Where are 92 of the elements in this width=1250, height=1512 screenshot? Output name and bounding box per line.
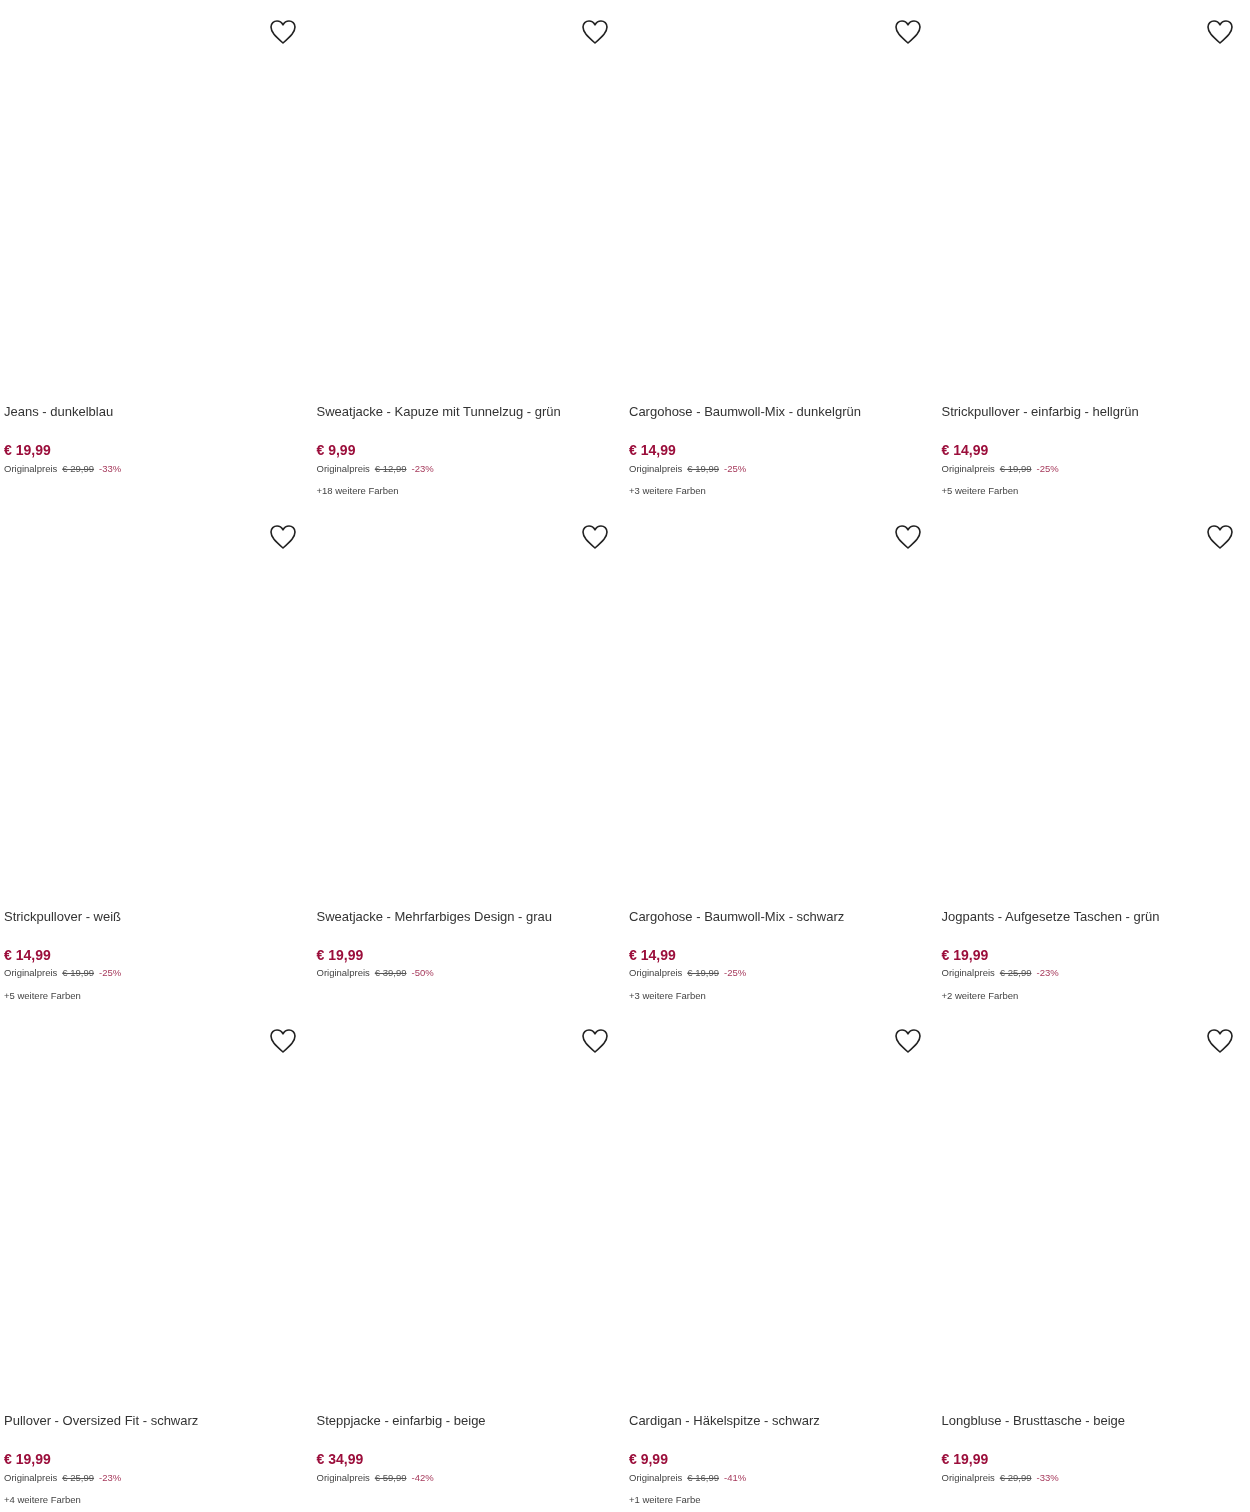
product-name[interactable]: Pullover - Oversized Fit - schwarz [4, 1413, 313, 1451]
price: € 14,99 [941, 442, 990, 459]
product-name[interactable]: Cargohose - Baumwoll-Mix - schwarz [629, 908, 938, 947]
favorite-button[interactable] [581, 1028, 609, 1054]
price: € 9,99 [629, 1451, 669, 1468]
heart-icon [893, 523, 922, 550]
product-name[interactable]: Cardigan - Häkelspitze - schwarz [629, 1413, 938, 1451]
heart-icon [581, 19, 609, 45]
discount: -23% [411, 461, 434, 476]
original-price: € 29,99 [999, 1470, 1032, 1485]
original-price-label: Originalpreis [4, 1470, 58, 1485]
original-price: € 25,99 [62, 1470, 95, 1485]
favorite-button[interactable] [581, 19, 609, 45]
product-name[interactable]: Strickpullover - einfarbig - hellgrün [941, 404, 1250, 442]
price: € 19,99 [941, 946, 990, 964]
price: € 34,99 [316, 1451, 365, 1468]
original-price: € 19,99 [999, 461, 1032, 476]
discount: -25% [724, 461, 747, 476]
product-name[interactable]: Strickpullover - weiß [4, 908, 313, 947]
product-name[interactable]: Cargohose - Baumwoll-Mix - dunkelgrün [629, 404, 938, 442]
price: € 19,99 [941, 1451, 990, 1468]
original-price-label: Originalpreis [4, 966, 58, 981]
price: € 19,99 [316, 946, 365, 964]
heart-icon [1206, 19, 1234, 45]
original-price-label: Originalpreis [316, 461, 370, 476]
discount: -42% [411, 1470, 434, 1485]
product-name[interactable]: Jogpants - Aufgesetze Taschen - grün [941, 908, 1250, 947]
more-colors: +4 weitere Farben [4, 1493, 82, 1508]
original-price: € 19,99 [687, 461, 720, 476]
original-price-label: Originalpreis [941, 966, 995, 981]
original-price: € 16,99 [687, 1470, 720, 1485]
product-name[interactable]: Jeans - dunkelblau [4, 404, 313, 442]
favorite-button[interactable] [893, 523, 922, 550]
original-price-label: Originalpreis [629, 461, 683, 476]
product-name[interactable]: Sweatjacke - Kapuze mit Tunnelzug - grün [316, 404, 625, 442]
favorite-button[interactable] [581, 523, 609, 550]
favorite-button[interactable] [893, 1028, 922, 1054]
original-price-label: Originalpreis [629, 1470, 683, 1485]
product-name[interactable]: Steppjacke - einfarbig - beige [316, 1413, 625, 1451]
heart-icon [268, 1028, 297, 1054]
more-colors: +2 weitere Farben [941, 988, 1020, 1003]
product-name[interactable]: Longbluse - Brusttasche - beige [941, 1413, 1250, 1451]
original-price-label: Originalpreis [941, 1470, 995, 1485]
heart-icon [581, 523, 609, 550]
original-price-label: Originalpreis [316, 1470, 370, 1485]
original-price: € 19,99 [62, 966, 95, 981]
original-price: € 19,99 [687, 966, 720, 981]
heart-icon [268, 19, 297, 45]
more-colors: +5 weitere Farben [941, 484, 1020, 499]
price: € 19,99 [4, 442, 52, 459]
discount: -25% [1036, 461, 1059, 476]
favorite-button[interactable] [268, 19, 297, 45]
favorite-button[interactable] [1206, 19, 1234, 45]
discount: -33% [1036, 1470, 1059, 1485]
original-price-label: Originalpreis [941, 461, 995, 476]
favorite-button[interactable] [893, 19, 922, 45]
more-colors: +5 weitere Farben [4, 988, 82, 1003]
price: € 9,99 [316, 442, 357, 459]
price: € 19,99 [4, 1451, 52, 1468]
discount: -23% [1036, 966, 1059, 981]
original-price: € 12,99 [374, 461, 407, 476]
discount: -50% [411, 966, 434, 981]
product-name[interactable]: Sweatjacke - Mehrfarbiges Design - grau [316, 908, 625, 947]
original-price-label: Originalpreis [629, 966, 683, 981]
heart-icon [1206, 1028, 1234, 1054]
heart-icon [581, 1028, 609, 1054]
discount: -33% [99, 461, 122, 476]
price: € 14,99 [629, 946, 677, 964]
favorite-button[interactable] [268, 1028, 297, 1054]
original-price-label: Originalpreis [316, 966, 370, 981]
price: € 14,99 [4, 946, 52, 964]
price: € 14,99 [629, 442, 677, 459]
original-price: € 39,99 [374, 966, 407, 981]
more-colors: +1 weitere Farbe [629, 1493, 702, 1508]
discount: -23% [99, 1470, 122, 1485]
original-price-label: Originalpreis [4, 461, 58, 476]
heart-icon [268, 523, 297, 550]
discount: -25% [724, 966, 747, 981]
more-colors: +18 weitere Farben [316, 484, 400, 499]
heart-icon [893, 19, 922, 45]
original-price: € 29,99 [62, 461, 95, 476]
favorite-button[interactable] [1206, 523, 1234, 550]
discount: -41% [724, 1470, 747, 1485]
heart-icon [893, 1028, 922, 1054]
more-colors: +3 weitere Farben [629, 988, 707, 1003]
heart-icon [1206, 523, 1234, 550]
favorite-button[interactable] [268, 523, 297, 550]
favorite-button[interactable] [1206, 1028, 1234, 1054]
original-price: € 25,99 [999, 966, 1032, 981]
discount: -25% [99, 966, 122, 981]
more-colors: +3 weitere Farben [629, 484, 707, 499]
original-price: € 59,99 [374, 1470, 407, 1485]
